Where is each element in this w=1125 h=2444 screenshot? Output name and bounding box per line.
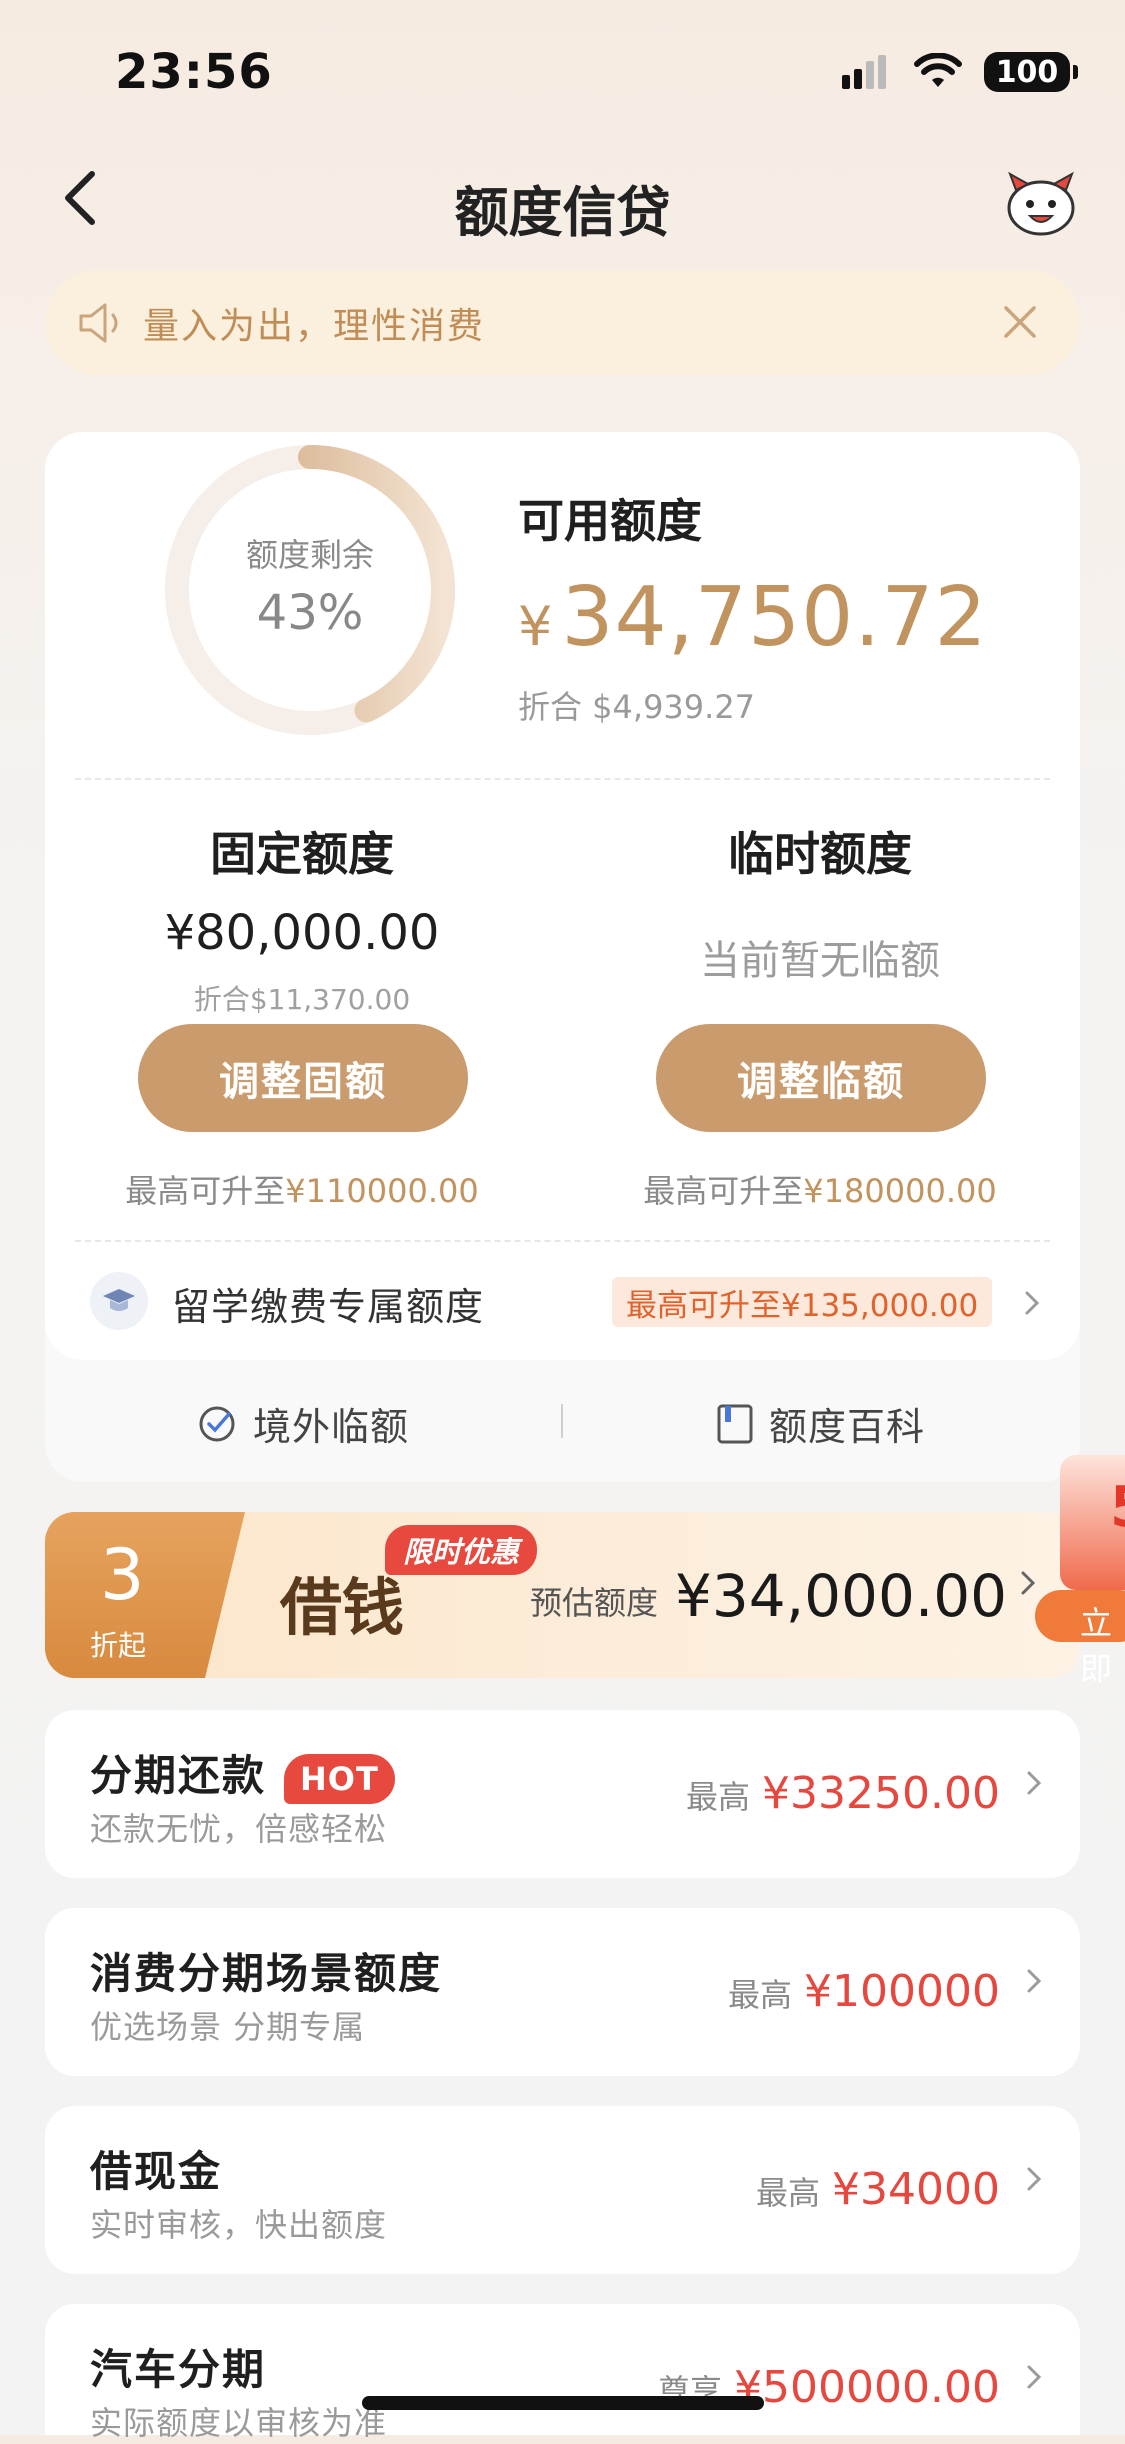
row-subtitle: 实时审核，快出额度 <box>90 2206 388 2244</box>
available-converted: 折合 $4,939.27 <box>518 688 756 726</box>
row-title: 分期还款 HOT <box>90 1742 395 1804</box>
row-value: 最高 ¥100000 <box>728 1966 1000 2017</box>
available-amount: ¥34,750.72 <box>518 570 988 665</box>
list-item[interactable]: 借现金 实时审核，快出额度 最高 ¥34000 <box>45 2106 1080 2274</box>
row-title: 消费分期场景额度 <box>90 1949 443 1998</box>
row-prefix: 最高 <box>756 2174 821 2212</box>
signal-icon <box>842 55 886 89</box>
temp-max-line: 最高可升至¥180000.00 <box>610 1166 1030 1212</box>
ring-percent: 43% <box>256 585 364 641</box>
encyclopedia-label: 额度百科 <box>769 1405 926 1449</box>
wifi-icon <box>914 53 962 87</box>
temp-max-value: ¥180000.00 <box>803 1172 997 1210</box>
row-subtitle: 实际额度以审核为准 <box>90 2404 388 2442</box>
available-label: 可用额度 <box>518 494 702 548</box>
fixed-max-value: ¥110000.00 <box>285 1172 479 1210</box>
chevron-right-icon <box>1027 2365 1042 2389</box>
close-icon[interactable] <box>998 300 1042 344</box>
row-amount: ¥34000 <box>832 2164 1000 2215</box>
chevron-right-icon[interactable] <box>1024 1290 1040 1316</box>
divider <box>75 778 1050 780</box>
estimate-label: 预估额度 <box>530 1584 659 1622</box>
overseas-label: 境外临额 <box>253 1405 410 1449</box>
graduation-cap-icon <box>90 1272 148 1330</box>
chevron-right-icon <box>1027 1969 1042 1993</box>
ring-label: 额度剩余 <box>245 536 374 574</box>
status-time: 23:56 <box>115 44 273 100</box>
study-badge: 最高可升至¥135,000.00 <box>612 1277 993 1327</box>
fixed-max-prefix: 最高可升至 <box>125 1172 286 1210</box>
fixed-max-line: 最高可升至¥110000.00 <box>92 1166 512 1212</box>
temp-max-prefix: 最高可升至 <box>643 1172 804 1210</box>
loan-banner[interactable]: 3 折起 借钱 限时优惠 预估额度 ¥34,000.00 <box>45 1512 1080 1678</box>
row-title: 借现金 <box>90 2147 223 2196</box>
row-prefix: 最高 <box>686 1778 751 1816</box>
divider <box>75 1240 1050 1242</box>
status-icons: 100 <box>840 52 1078 92</box>
chevron-right-icon <box>1021 1571 1036 1595</box>
row-title: 汽车分期 <box>90 2345 267 2394</box>
encyclopedia-link[interactable]: 额度百科 <box>715 1396 925 1451</box>
home-indicator[interactable] <box>362 2396 764 2410</box>
discount-sub: 折起 <box>90 1629 147 1662</box>
row-value: 最高 ¥33250.00 <box>686 1768 1000 1819</box>
limited-offer-tag: 限时优惠 <box>385 1525 538 1575</box>
adjust-fixed-button[interactable]: 调整固额 <box>138 1024 468 1132</box>
link-separator <box>561 1404 563 1438</box>
speaker-icon <box>79 303 118 342</box>
notice-bar: 量入为出，理性消费 <box>45 270 1080 375</box>
page-title: 额度信贷 <box>454 181 671 244</box>
discount-number: 3 <box>100 1534 145 1616</box>
book-icon <box>717 1404 753 1443</box>
temp-status: 当前暂无临额 <box>700 938 940 984</box>
chevron-right-icon <box>1027 1771 1042 1795</box>
fixed-amount: ¥80,000.00 <box>164 905 440 961</box>
row-amount: ¥33250.00 <box>762 1768 1000 1819</box>
row-subtitle: 还款无忧，倍感轻松 <box>90 1810 388 1848</box>
row-prefix: 最高 <box>728 1976 793 2014</box>
fixed-title: 固定额度 <box>210 827 394 881</box>
currency-symbol: ¥ <box>518 595 554 658</box>
battery-icon: 100 <box>984 52 1078 92</box>
row-amount: ¥100000 <box>804 1966 1000 2017</box>
temp-title: 临时额度 <box>728 827 912 881</box>
row-value: 最高 ¥34000 <box>756 2164 1000 2215</box>
notice-text: 量入为出，理性消费 <box>143 305 486 347</box>
overseas-link[interactable]: 境外临额 <box>195 1396 409 1451</box>
estimate-value: ¥34,000.00 <box>675 1562 1008 1630</box>
study-label[interactable]: 留学缴费专属额度 <box>172 1276 484 1331</box>
floating-promo-button-label: 立即 <box>1080 1604 1113 1688</box>
list-item[interactable]: 汽车分期 实际额度以审核为准 尊享 ¥500000.00 <box>45 2304 1080 2442</box>
overseas-icon <box>199 1406 235 1441</box>
fixed-converted: 折合$11,370.00 <box>193 983 411 1016</box>
list-item[interactable]: 分期还款 HOT 还款无忧，倍感轻松 最高 ¥33250.00 <box>45 1710 1080 1878</box>
list-item[interactable]: 消费分期场景额度 优选场景 分期专属 最高 ¥100000 <box>45 1908 1080 2076</box>
adjust-temp-button[interactable]: 调整临额 <box>656 1024 986 1132</box>
hot-badge: HOT <box>284 1753 395 1804</box>
row-subtitle: 优选场景 分期专属 <box>90 2008 366 2046</box>
chevron-right-icon <box>1027 2167 1042 2191</box>
row-amount: ¥500000.00 <box>734 2362 1000 2413</box>
available-amount-value: 34,750.72 <box>561 570 988 665</box>
mascot-icon[interactable] <box>1000 168 1082 238</box>
floating-promo-digit: 5 <box>1110 1475 1125 1540</box>
